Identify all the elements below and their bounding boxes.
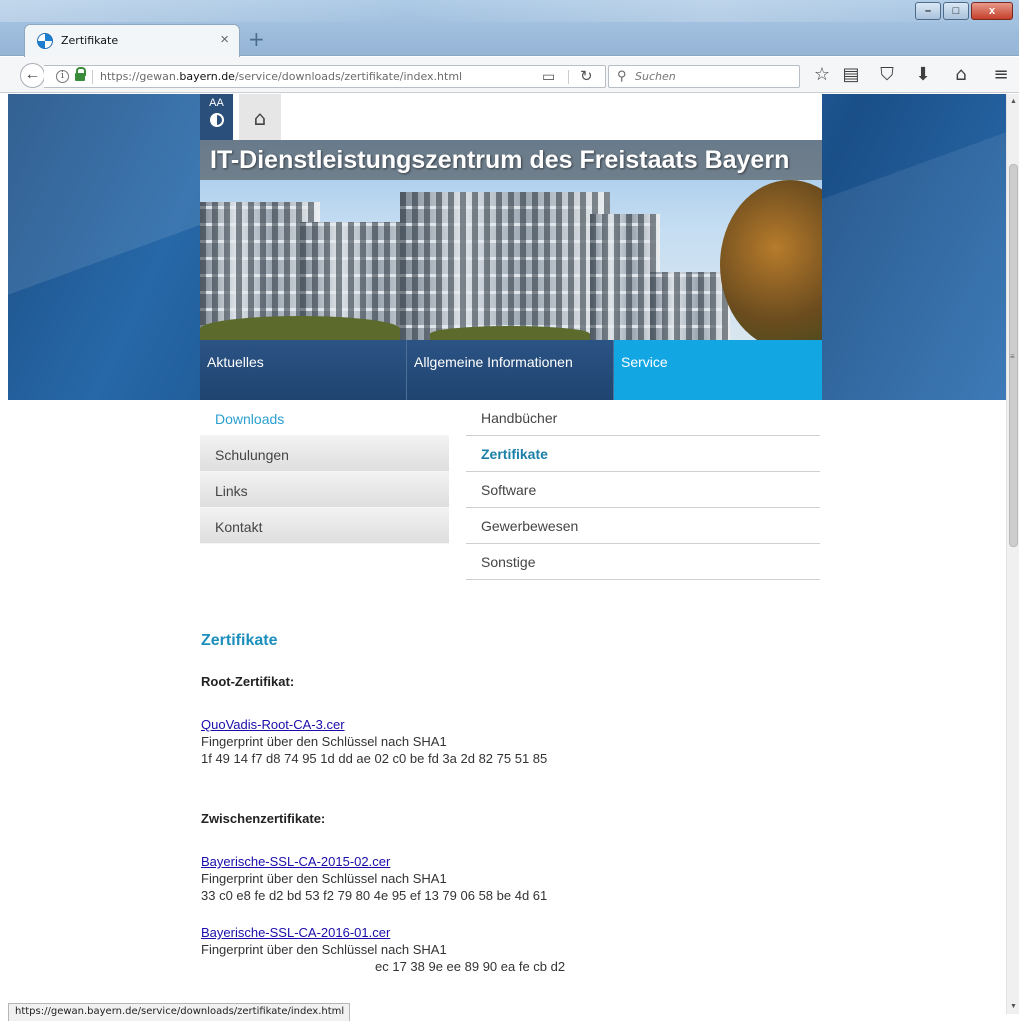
font-contrast-tool[interactable]: AA bbox=[200, 94, 233, 140]
fingerprint-label: Fingerprint über den Schlüssel nach SHA1 bbox=[201, 942, 447, 957]
mainnav-item-service[interactable]: Service bbox=[614, 340, 822, 400]
home-icon[interactable]: ⌂ bbox=[950, 64, 972, 85]
subnav-item-gewerbewesen[interactable]: Gewerbewesen bbox=[466, 508, 820, 544]
search-input[interactable]: ⚲ Suchen bbox=[608, 65, 800, 88]
subnav-item-zertifikate[interactable]: Zertifikate bbox=[466, 436, 820, 472]
url-separator-2 bbox=[568, 70, 569, 84]
site-info-icon[interactable]: i bbox=[56, 70, 69, 83]
page-title: Zertifikate bbox=[201, 632, 278, 649]
close-window-button[interactable]: x bbox=[971, 2, 1013, 20]
site-home-icon: ⌂ bbox=[253, 106, 267, 130]
subnav-item-schulungen[interactable]: Schulungen bbox=[200, 436, 449, 472]
search-icon: ⚲ bbox=[617, 68, 627, 83]
root-cert-entry: QuoVadis-Root-CA-3.cer Fingerprint über … bbox=[201, 716, 841, 767]
mainnav-item-allgemeine-informationen[interactable]: Allgemeine Informationen bbox=[407, 340, 614, 400]
url-domain: bayern.de bbox=[179, 70, 235, 83]
root-cert-link[interactable]: QuoVadis-Root-CA-3.cer bbox=[201, 716, 841, 733]
url-path: /service/downloads/zertifikate/index.htm… bbox=[234, 70, 463, 83]
subnav-item-software[interactable]: Software bbox=[466, 472, 820, 508]
fingerprint-value: ec 17 38 9e ee 89 90 ea fe cb d2 bbox=[375, 959, 566, 974]
window-titlebar: Zertifikate × + – □ x bbox=[0, 0, 1019, 57]
url-prefix: https://gewan. bbox=[100, 70, 180, 83]
scroll-grip-icon: ≡ bbox=[1010, 352, 1015, 361]
bookmark-star-icon[interactable]: ☆ bbox=[811, 64, 833, 85]
tab-title: Zertifikate bbox=[61, 34, 119, 47]
building-center bbox=[400, 192, 610, 342]
new-tab-button[interactable]: + bbox=[248, 27, 265, 51]
fingerprint-value: 33 c0 e8 fe d2 bd 53 f2 79 80 4e 95 ef 1… bbox=[201, 888, 548, 903]
intermediate-cert-entry: Bayerische-SSL-CA-2015-02.cer Fingerprin… bbox=[201, 853, 841, 904]
minimize-button[interactable]: – bbox=[915, 2, 941, 20]
url-separator bbox=[92, 70, 93, 84]
intermediate-cert-heading: Zwischenzertifikate: bbox=[201, 811, 326, 826]
tree-autumn bbox=[720, 180, 822, 342]
lock-icon bbox=[75, 67, 86, 81]
subnav-left: Downloads Schulungen Links Kontakt bbox=[200, 400, 449, 544]
window-controls: – □ x bbox=[915, 2, 1013, 20]
contrast-icon bbox=[209, 113, 224, 127]
main-content: Zertifikate Root-Zertifikat: QuoVadis-Ro… bbox=[201, 632, 841, 975]
subnav-item-sonstige[interactable]: Sonstige bbox=[466, 544, 820, 580]
menu-icon[interactable]: ≡ bbox=[990, 64, 1012, 85]
back-button[interactable]: ← bbox=[20, 63, 45, 88]
banner-image: IT-Dienstleistungszentrum des Freistaats… bbox=[200, 140, 822, 342]
mainnav-item-aktuelles[interactable]: Aktuelles bbox=[200, 340, 407, 400]
address-bar[interactable]: i https://gewan.bayern.de/service/downlo… bbox=[44, 65, 606, 88]
pocket-icon[interactable]: ⛉ bbox=[876, 64, 898, 85]
font-size-icon: AA bbox=[209, 97, 224, 109]
browser-toolbar: ← i https://gewan.bayern.de/service/down… bbox=[0, 57, 1019, 93]
site-home-button[interactable]: ⌂ bbox=[239, 94, 281, 140]
search-placeholder: Suchen bbox=[635, 70, 676, 83]
scroll-up-icon[interactable]: ▲ bbox=[1010, 98, 1017, 105]
scroll-down-icon[interactable]: ▼ bbox=[1010, 1003, 1017, 1010]
root-cert-heading: Root-Zertifikat: bbox=[201, 674, 295, 689]
subnav-item-links[interactable]: Links bbox=[200, 472, 449, 508]
site-title: IT-Dienstleistungszentrum des Freistaats… bbox=[210, 146, 790, 174]
fingerprint-label: Fingerprint über den Schlüssel nach SHA1 bbox=[201, 734, 447, 749]
reload-icon[interactable]: ↻ bbox=[580, 67, 593, 85]
building-right bbox=[650, 272, 730, 342]
site-header: AA ⌂ IT-Dienstleistungszentrum des Freis… bbox=[200, 94, 822, 400]
maximize-button[interactable]: □ bbox=[943, 2, 969, 20]
intermediate-cert-link[interactable]: Bayerische-SSL-CA-2016-01.cer bbox=[201, 924, 841, 941]
download-icon[interactable]: ⬇ bbox=[912, 64, 934, 85]
page-viewport: AA ⌂ IT-Dienstleistungszentrum des Freis… bbox=[8, 94, 1006, 1014]
status-bar: https://gewan.bayern.de/service/download… bbox=[8, 1003, 351, 1021]
subnav-right: Handbücher Zertifikate Software Gewerbew… bbox=[466, 400, 820, 580]
fingerprint-label: Fingerprint über den Schlüssel nach SHA1 bbox=[201, 871, 447, 886]
main-navigation: Aktuelles Allgemeine Informationen Servi… bbox=[200, 340, 822, 400]
tab-close-icon[interactable]: × bbox=[220, 31, 229, 48]
intermediate-cert-link[interactable]: Bayerische-SSL-CA-2015-02.cer bbox=[201, 853, 841, 870]
subnav-item-downloads[interactable]: Downloads bbox=[200, 400, 449, 436]
library-icon[interactable]: ▤ bbox=[840, 64, 862, 85]
subnav-item-handbuecher[interactable]: Handbücher bbox=[466, 400, 820, 436]
subnav-item-kontakt[interactable]: Kontakt bbox=[200, 508, 449, 544]
site-favicon-icon bbox=[37, 33, 53, 49]
reader-view-icon[interactable]: ▭ bbox=[542, 68, 555, 85]
intermediate-cert-entry: Bayerische-SSL-CA-2016-01.cer Fingerprin… bbox=[201, 924, 841, 975]
vertical-scrollbar[interactable]: ▲ ≡ ▼ bbox=[1006, 94, 1019, 1014]
bushes bbox=[200, 316, 400, 342]
url-text: https://gewan.bayern.de/service/download… bbox=[100, 70, 462, 83]
browser-tab-active[interactable]: Zertifikate × bbox=[24, 24, 240, 57]
fingerprint-value: 1f 49 14 f7 d8 74 95 1d dd ae 02 c0 be f… bbox=[201, 751, 548, 766]
